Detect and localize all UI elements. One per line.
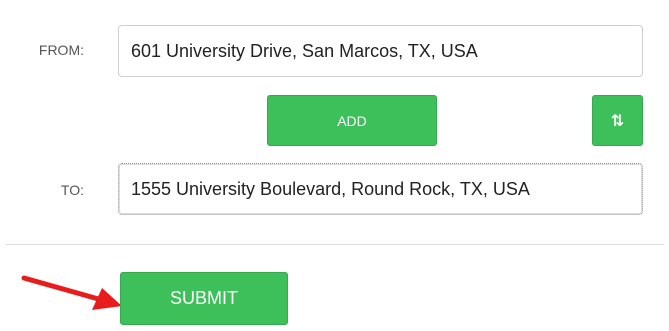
from-label: FROM: xyxy=(38,42,84,58)
swap-button[interactable]: ⇅ xyxy=(592,95,643,146)
from-input[interactable] xyxy=(118,25,643,77)
swap-vertical-icon: ⇅ xyxy=(610,112,625,130)
red-arrow-icon xyxy=(21,275,122,310)
route-form: FROM: ADD ⇅ TO: SUBMIT xyxy=(0,0,669,331)
divider xyxy=(6,244,664,245)
add-button[interactable]: ADD xyxy=(267,95,437,146)
submit-button[interactable]: SUBMIT xyxy=(120,272,288,325)
to-label: TO: xyxy=(60,182,84,198)
to-input[interactable] xyxy=(118,163,643,215)
